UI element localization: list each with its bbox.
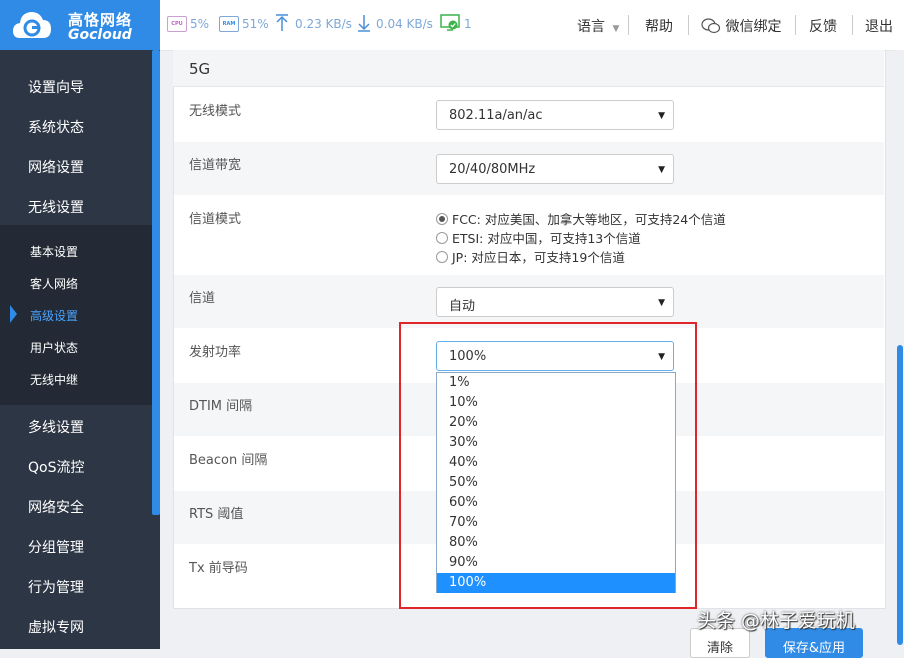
sidebar-item-vpn[interactable]: 虚拟专网: [28, 617, 84, 637]
row-channel: 信道 自动 ▼: [174, 275, 884, 328]
connected-devices-icon: [440, 14, 460, 31]
upload-arrow-icon: [276, 14, 288, 31]
channel-mode-option-jp[interactable]: JP: 对应日本，可支持19个信道: [436, 247, 625, 266]
cpu-icon: CPU: [167, 16, 187, 32]
download-arrow-icon: [358, 15, 370, 32]
radio-checked-icon[interactable]: [436, 213, 448, 225]
logo-text-en: Gocloud: [68, 27, 132, 43]
row-wireless-mode: 无线模式 802.11a/an/ac ▼: [174, 88, 884, 141]
cloud-logo-icon: [13, 12, 51, 38]
top-header: 高恪网络 Gocloud CPU 5% RAM 51% 0.23 KB/s 0.…: [0, 0, 904, 51]
main-scrollbar[interactable]: [897, 345, 903, 645]
ram-icon: RAM: [219, 16, 239, 32]
wireless-mode-select[interactable]: 802.11a/an/ac ▼: [436, 100, 674, 130]
beacon-label: Beacon 间隔: [189, 453, 268, 468]
menu-divider: [628, 15, 629, 35]
device-count: 1: [464, 17, 472, 31]
section-header: 5G: [173, 50, 884, 87]
radio-unchecked-icon[interactable]: [436, 251, 448, 263]
menu-divider: [795, 15, 796, 35]
upload-speed: 0.23 KB/s: [295, 17, 352, 31]
tx-power-label: 发射功率: [189, 345, 242, 360]
dtim-label: DTIM 间隔: [189, 399, 253, 414]
logout-link[interactable]: 退出: [865, 16, 893, 36]
section-title: 5G: [189, 60, 211, 78]
channel-mode-label: 信道模式: [189, 212, 242, 227]
wechat-bind-link[interactable]: 微信绑定: [701, 16, 781, 36]
sidebar-item-setup-wizard[interactable]: 设置向导: [28, 77, 84, 97]
wechat-icon: [701, 18, 721, 34]
bandwidth-label: 信道带宽: [189, 158, 242, 173]
sidebar-subitem-wireless-relay[interactable]: 无线中继: [30, 371, 78, 388]
watermark: 头条 @林子爱玩机: [697, 610, 856, 632]
channel-mode-option-etsi[interactable]: ETSI: 对应中国，可支持13个信道: [436, 228, 641, 247]
logo[interactable]: 高恪网络 Gocloud: [0, 0, 160, 50]
channel-mode-option-fcc[interactable]: FCC: 对应美国、加拿大等地区，可支持24个信道: [436, 209, 726, 228]
row-bandwidth: 信道带宽 20/40/80MHz ▼: [174, 142, 884, 195]
cpu-usage: 5%: [190, 17, 210, 31]
sidebar-item-security[interactable]: 网络安全: [28, 497, 84, 517]
chevron-down-icon: ▼: [612, 24, 620, 34]
channel-select[interactable]: 自动 ▼: [436, 287, 674, 317]
sidebar-item-behavior-management[interactable]: 行为管理: [28, 577, 84, 597]
radio-unchecked-icon[interactable]: [436, 232, 448, 244]
sidebar-item-multiline[interactable]: 多线设置: [28, 417, 84, 437]
sidebar-item-wireless-settings[interactable]: 无线设置: [28, 197, 84, 217]
download-speed: 0.04 KB/s: [376, 17, 433, 31]
help-link[interactable]: 帮助: [645, 16, 673, 36]
menu-divider: [688, 15, 689, 35]
sidebar-item-qos[interactable]: QoS流控: [28, 457, 84, 477]
tx-preamble-label: Tx 前导码: [189, 561, 248, 576]
annotation-highlight-box: [399, 322, 697, 609]
wireless-mode-label: 无线模式: [189, 104, 242, 119]
dropdown-arrow-icon: ▼: [658, 111, 665, 121]
sidebar-subitem-advanced[interactable]: 高级设置: [30, 307, 78, 324]
sidebar-subitem-basic[interactable]: 基本设置: [30, 243, 78, 260]
row-channel-mode: 信道模式 FCC: 对应美国、加拿大等地区，可支持24个信道 ETSI: 对应中…: [174, 196, 884, 275]
sidebar-scrollbar[interactable]: [152, 50, 160, 515]
sidebar-item-system-status[interactable]: 系统状态: [28, 117, 84, 137]
sidebar-item-network-settings[interactable]: 网络设置: [28, 157, 84, 177]
sidebar-item-group-management[interactable]: 分组管理: [28, 537, 84, 557]
sidebar-subitem-guest-network[interactable]: 客人网络: [30, 275, 78, 292]
channel-label: 信道: [189, 291, 216, 306]
language-menu[interactable]: 语言 ▼: [577, 16, 619, 36]
dropdown-arrow-icon: ▼: [658, 298, 665, 308]
dropdown-arrow-icon: ▼: [658, 165, 665, 175]
menu-divider: [852, 15, 853, 35]
feedback-link[interactable]: 反馈: [809, 16, 837, 36]
rts-label: RTS 阈值: [189, 507, 244, 522]
ram-usage: 51%: [242, 17, 269, 31]
bandwidth-select[interactable]: 20/40/80MHz ▼: [436, 154, 674, 184]
sidebar-subitem-user-status[interactable]: 用户状态: [30, 339, 78, 356]
active-item-marker: [10, 305, 17, 323]
